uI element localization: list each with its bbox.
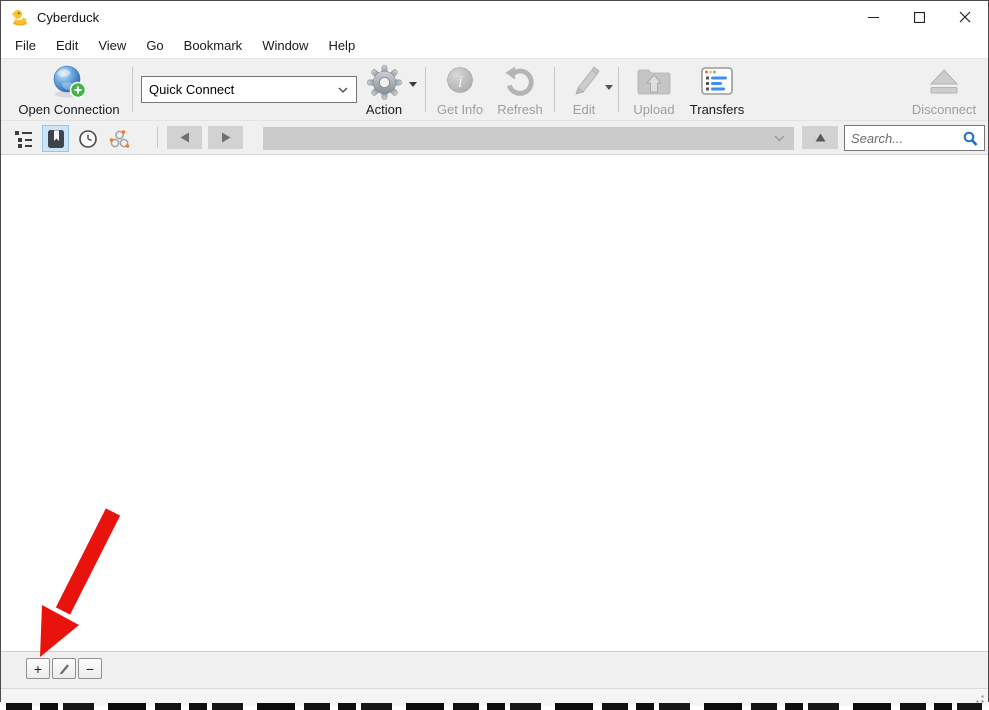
go-up-button: [802, 126, 838, 149]
svg-text:i: i: [458, 72, 463, 91]
transfers-label: Transfers: [690, 102, 744, 117]
menubar: File Edit View Go Bookmark Window Help: [1, 33, 988, 58]
disconnect-label: Disconnect: [912, 102, 976, 117]
main-toolbar: Open Connection Quick Connect: [1, 58, 988, 120]
menu-window[interactable]: Window: [252, 35, 318, 56]
refresh-label: Refresh: [497, 102, 543, 117]
up-arrow-icon: [815, 133, 826, 142]
edit-label: Edit: [573, 102, 595, 117]
open-connection-button[interactable]: Open Connection: [9, 62, 129, 117]
pencil-icon: [58, 662, 71, 675]
get-info-label: Get Info: [437, 102, 483, 117]
eject-icon: [926, 65, 962, 99]
transfers-button[interactable]: Transfers: [687, 62, 747, 117]
history-clock-icon: [78, 129, 98, 149]
menu-go[interactable]: Go: [136, 35, 173, 56]
toolbar-separator: [554, 67, 555, 112]
refresh-icon: [503, 65, 538, 100]
upload-button: Upload: [627, 62, 681, 117]
search-box: [844, 125, 985, 151]
refresh-button: Refresh: [491, 62, 549, 117]
bonjour-icon: [109, 129, 130, 149]
history-view-toggle[interactable]: [74, 125, 101, 152]
transfers-window-icon: [699, 65, 735, 99]
titlebar: Cyberduck: [1, 1, 988, 33]
forward-button: [208, 126, 243, 149]
cyberduck-window: Cyberduck File Edit View Go Bookmark Win…: [0, 0, 989, 702]
chevron-down-icon: [774, 135, 785, 142]
forward-arrow-icon: [221, 132, 231, 143]
pencil-icon: [566, 64, 602, 100]
remove-bookmark-button[interactable]: −: [78, 658, 102, 679]
back-arrow-icon: [180, 132, 190, 143]
chevron-down-icon: [338, 87, 348, 93]
close-button[interactable]: [942, 1, 988, 33]
menu-edit[interactable]: Edit: [46, 35, 88, 56]
search-input[interactable]: [845, 126, 963, 150]
minimize-button[interactable]: [850, 1, 896, 33]
bonjour-view-toggle[interactable]: [106, 125, 133, 152]
add-bookmark-button[interactable]: +: [26, 658, 50, 679]
quick-connect-value: Quick Connect: [142, 82, 338, 97]
globe-connection-icon: [50, 63, 88, 101]
gear-icon: [366, 64, 403, 101]
edit-button: Edit: [563, 62, 605, 117]
browser-bar: [1, 120, 988, 155]
disconnect-button: Disconnect: [904, 62, 984, 117]
minus-icon: −: [86, 661, 94, 677]
quick-connect-combobox[interactable]: Quick Connect: [141, 76, 357, 103]
action-dropdown-caret[interactable]: [409, 82, 417, 87]
search-icon[interactable]: [963, 131, 978, 146]
open-connection-label: Open Connection: [18, 102, 119, 117]
bookmark-list-area[interactable]: [1, 155, 988, 651]
bookmark-edit-bar: + −: [1, 651, 988, 688]
upload-label: Upload: [633, 102, 674, 117]
menu-view[interactable]: View: [88, 35, 136, 56]
plus-icon: +: [34, 661, 42, 677]
bookmarks-book-icon: [46, 129, 66, 149]
menu-help[interactable]: Help: [318, 35, 365, 56]
toolbar-separator: [618, 67, 619, 112]
menu-file[interactable]: File: [5, 35, 46, 56]
get-info-button: i Get Info: [433, 62, 487, 117]
background-clipped-text: [6, 703, 982, 710]
menu-bookmark[interactable]: Bookmark: [174, 35, 253, 56]
outline-view-icon: [14, 129, 34, 149]
action-button[interactable]: Action: [359, 62, 409, 117]
upload-folder-icon: [634, 64, 674, 100]
maximize-button[interactable]: [896, 1, 942, 33]
toolbar-separator: [425, 67, 426, 112]
info-icon: i: [443, 65, 477, 99]
outline-view-toggle[interactable]: [10, 125, 37, 152]
browser-bar-separator: [157, 127, 158, 148]
action-label: Action: [366, 102, 402, 117]
bookmarks-view-toggle[interactable]: [42, 125, 69, 152]
edit-bookmark-button[interactable]: [52, 658, 76, 679]
window-title: Cyberduck: [37, 10, 99, 25]
path-dropdown: [263, 127, 794, 150]
edit-dropdown-caret: [605, 85, 613, 90]
toolbar-separator: [132, 67, 133, 112]
back-button: [167, 126, 202, 149]
cyberduck-duck-icon: [11, 8, 29, 26]
